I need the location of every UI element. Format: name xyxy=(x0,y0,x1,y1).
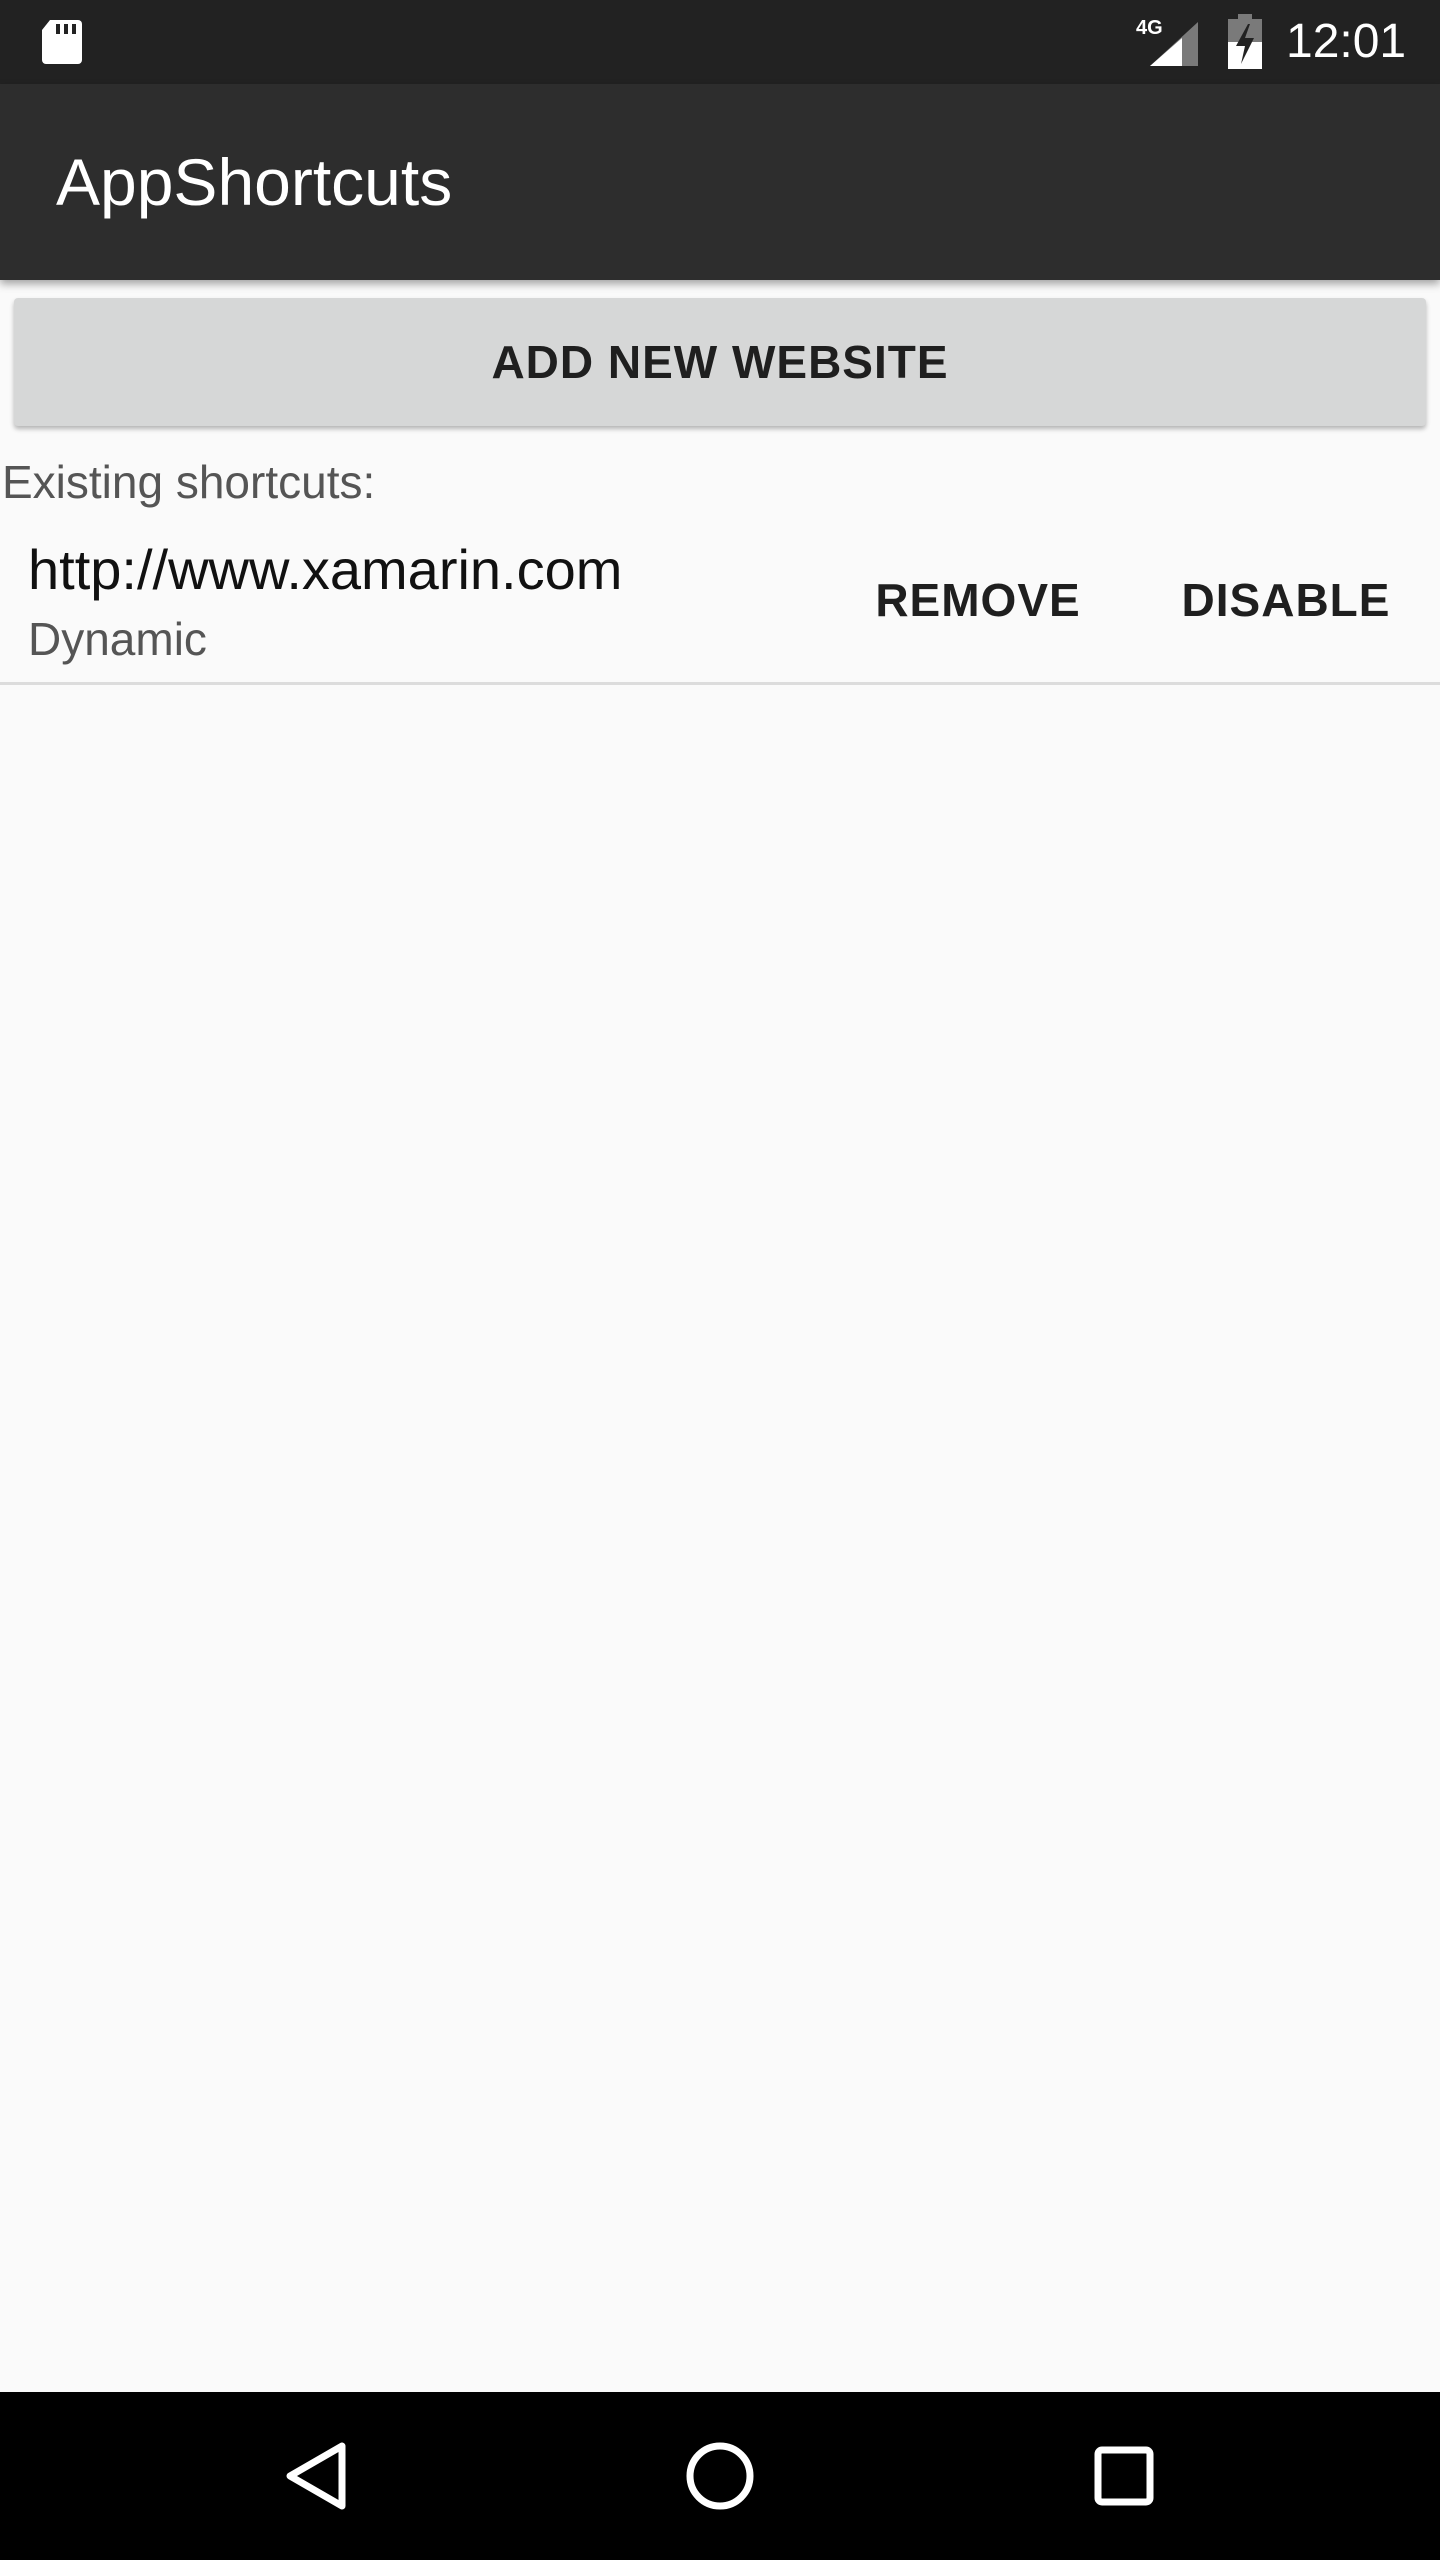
app-bar: AppShortcuts xyxy=(0,84,1440,280)
sd-card-icon xyxy=(40,18,84,66)
home-icon[interactable] xyxy=(670,2426,770,2526)
app-title: AppShortcuts xyxy=(56,145,453,219)
network-type-label: 4G xyxy=(1136,17,1163,39)
shortcut-list-item: http://www.xamarin.com Dynamic REMOVE DI… xyxy=(0,520,1440,685)
navigation-bar xyxy=(0,2392,1440,2560)
disable-button[interactable]: DISABLE xyxy=(1170,560,1402,640)
existing-shortcuts-label: Existing shortcuts: xyxy=(2,456,376,508)
shortcut-url: http://www.xamarin.com xyxy=(28,538,623,601)
signal-icon: 4G xyxy=(1136,14,1202,68)
status-bar: 4G 12:01 xyxy=(0,0,1440,84)
remove-button[interactable]: REMOVE xyxy=(858,560,1098,640)
back-icon[interactable] xyxy=(266,2426,366,2526)
recents-icon[interactable] xyxy=(1074,2426,1174,2526)
shortcut-type: Dynamic xyxy=(28,613,207,665)
battery-charging-icon xyxy=(1226,14,1264,70)
add-new-website-button[interactable]: ADD NEW WEBSITE xyxy=(14,298,1426,426)
status-clock: 12:01 xyxy=(1286,15,1407,68)
